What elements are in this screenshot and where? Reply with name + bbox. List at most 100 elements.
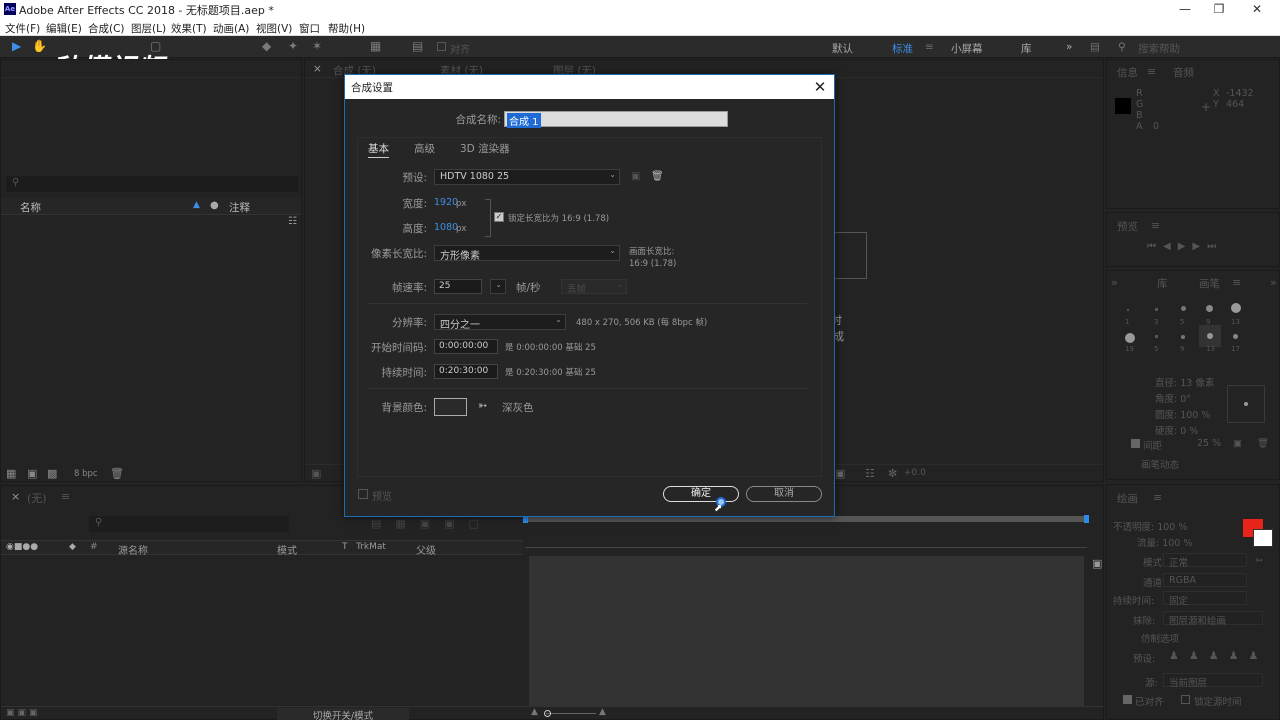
menu-view[interactable]: 视图(V) [256, 21, 292, 36]
column-t[interactable]: T [342, 542, 348, 552]
comp-name-input[interactable]: 合成 1 [504, 111, 728, 128]
save-preset-icon[interactable]: ▣ [631, 171, 640, 182]
zoom-slider-handle[interactable] [544, 710, 551, 717]
dialog-close-icon[interactable]: ✕ [810, 77, 830, 97]
cancel-button[interactable]: 取消 [746, 486, 822, 502]
workspace-layout-icon[interactable]: ▤ [1090, 41, 1100, 53]
frame-rate-input[interactable]: 25 [434, 279, 482, 294]
tab-brushes[interactable]: 画笔 [1199, 276, 1220, 291]
timeline-track-area[interactable] [529, 556, 1084, 706]
playback-controls-icon[interactable]: ⏮◀▶▶⏭ [1147, 241, 1223, 252]
eraser-tool-icon[interactable]: ◆ [262, 39, 271, 53]
time-ruler[interactable] [525, 538, 1087, 548]
exposure-icon[interactable]: ✼ [888, 467, 897, 480]
tab-info[interactable]: 信息 [1117, 65, 1138, 80]
frame-rate-dropdown[interactable]: ⌄ [490, 279, 506, 294]
column-comment[interactable]: 注释 [229, 200, 250, 215]
column-parent[interactable]: 父级 [416, 542, 436, 557]
minimize-icon[interactable]: — [1168, 0, 1202, 19]
bit-depth-label[interactable]: 8 bpc [74, 469, 98, 479]
hand-tool-icon[interactable]: ✋ [32, 39, 47, 53]
comp-marker-icon[interactable]: ▣ [1092, 557, 1102, 570]
column-trkmat[interactable]: TrkMat [356, 542, 386, 552]
paint-duration-dropdown[interactable]: 固定 [1163, 591, 1247, 607]
timeline-footer-icons[interactable]: ▣▣▣ [6, 708, 41, 718]
zoom-out-icon[interactable]: ▲ [531, 707, 538, 717]
lock-time-checkbox[interactable] [1181, 695, 1190, 704]
new-comp-icon[interactable]: ▩ [47, 467, 57, 480]
brush-angle[interactable]: 角度: 0° [1155, 391, 1191, 405]
toggle-switches-modes[interactable]: 切换开关/模式 [277, 708, 409, 720]
project-search-input[interactable]: ⚲ [6, 176, 298, 192]
tab-audio[interactable]: 音频 [1173, 65, 1194, 80]
width-value[interactable]: 1920 [434, 197, 458, 208]
zoom-slider[interactable] [546, 713, 596, 714]
drop-frame-dropdown[interactable]: 丢帧 ⌄ [561, 279, 627, 295]
axis-icon[interactable]: ▦ [370, 39, 381, 53]
puppet-tool-icon[interactable]: ✶ [312, 39, 322, 53]
viewer-options-icon[interactable]: ▣ [311, 467, 321, 480]
clone-source-dropdown[interactable]: 当前图层 [1163, 673, 1263, 689]
flowchart-icon[interactable]: ☷ [288, 216, 297, 227]
delete-preset-icon[interactable]: 🗑 [651, 171, 664, 182]
preview-checkbox[interactable] [358, 489, 368, 499]
exposure-value[interactable]: +0.0 [904, 468, 926, 478]
panel-menu-icon[interactable]: ≡ [61, 490, 70, 503]
brush-roundness[interactable]: 圆度: 100 % [1155, 407, 1210, 421]
panel-menu-icon[interactable]: ≡ [1232, 276, 1241, 289]
panel-menu-icon[interactable]: ≡ [1153, 491, 1162, 504]
tab-advanced[interactable]: 高级 [414, 141, 435, 156]
column-source-name[interactable]: 源名称 [118, 542, 148, 557]
workspace-standard[interactable]: 标准 [892, 41, 913, 56]
eyedropper-icon[interactable]: ➳ [478, 399, 487, 412]
zoom-in-icon[interactable]: ▲ [599, 707, 606, 717]
close-tab-icon[interactable]: × [313, 63, 322, 75]
av-switch-icons[interactable]: ◉■●● [6, 542, 38, 552]
brush-grid[interactable]: 1 3 5 9 13 19 5 9 13 17 [1117, 301, 1257, 367]
aligned-checkbox[interactable] [1123, 695, 1132, 704]
snap-checkbox[interactable] [437, 42, 446, 51]
menu-help[interactable]: 帮助(H) [328, 21, 365, 36]
menu-layer[interactable]: 图层(L) [131, 21, 166, 36]
close-tab-icon[interactable]: × [11, 490, 20, 503]
menu-edit[interactable]: 编辑(E) [46, 21, 82, 36]
preset-dropdown[interactable]: HDTV 1080 25 ⌄ [434, 169, 620, 185]
label-sort-icon[interactable]: ▲ [193, 200, 200, 210]
menu-window[interactable]: 窗口 [299, 21, 320, 36]
delete-icon[interactable]: 🗑 [110, 467, 124, 480]
tab-library[interactable]: 库 [1157, 276, 1168, 291]
timeline-switch-icons[interactable]: ▤▦▣▣□ [371, 517, 493, 530]
menu-file[interactable]: 文件(F) [5, 21, 40, 36]
brush-save-icon[interactable]: ▣ [1233, 438, 1242, 449]
workspace-small-screen[interactable]: 小屏幕 [951, 41, 983, 56]
panel-expand-icon[interactable]: » [1111, 276, 1118, 289]
roto-tool-icon[interactable]: ✦ [288, 39, 298, 53]
lock-aspect-checkbox[interactable]: ✓ [494, 212, 504, 222]
eyedropper-icon[interactable]: ➳ [1255, 555, 1263, 566]
paint-erase-dropdown[interactable]: 图层源和绘画 [1163, 611, 1263, 627]
new-comp-placeholder-icon[interactable] [835, 232, 867, 279]
maximize-icon[interactable]: ❐ [1202, 0, 1236, 19]
search-help-input[interactable]: 搜索帮助 [1138, 41, 1180, 56]
start-timecode-input[interactable]: 0:00:00:00 [434, 339, 498, 354]
pixel-aspect-dropdown[interactable]: 方形像素 ⌄ [434, 245, 620, 262]
spacing-checkbox[interactable] [1131, 439, 1140, 448]
workspace-more-icon[interactable]: » [1066, 41, 1072, 53]
height-value[interactable]: 1080 [434, 222, 458, 233]
paint-opacity[interactable]: 不透明度: 100 % [1113, 519, 1187, 533]
close-window-icon[interactable]: ✕ [1240, 0, 1274, 19]
duration-input[interactable]: 0:20:30:00 [434, 364, 498, 379]
resolution-dropdown[interactable]: 四分之一 ⌄ [434, 314, 566, 331]
brush-diameter[interactable]: 直径: 13 像素 [1155, 375, 1214, 389]
column-mode[interactable]: 模式 [277, 542, 297, 557]
tab-basic[interactable]: 基本 [368, 141, 389, 158]
interpret-footage-icon[interactable]: ▦ [6, 467, 16, 480]
flowchart-icon[interactable]: ☷ [865, 467, 875, 480]
panel-menu-icon[interactable]: ≡ [1151, 219, 1160, 232]
toggle-icon[interactable]: ▣ [835, 467, 845, 480]
workspace-menu-icon[interactable]: ≡ [925, 41, 934, 53]
brush-dynamics-toggle[interactable]: 画笔动态 [1141, 457, 1179, 471]
spacing-value[interactable]: 25 % [1197, 438, 1221, 449]
paint-channel-dropdown[interactable]: RGBA [1163, 573, 1247, 587]
timeline-search-input[interactable]: ⚲ [89, 516, 289, 532]
